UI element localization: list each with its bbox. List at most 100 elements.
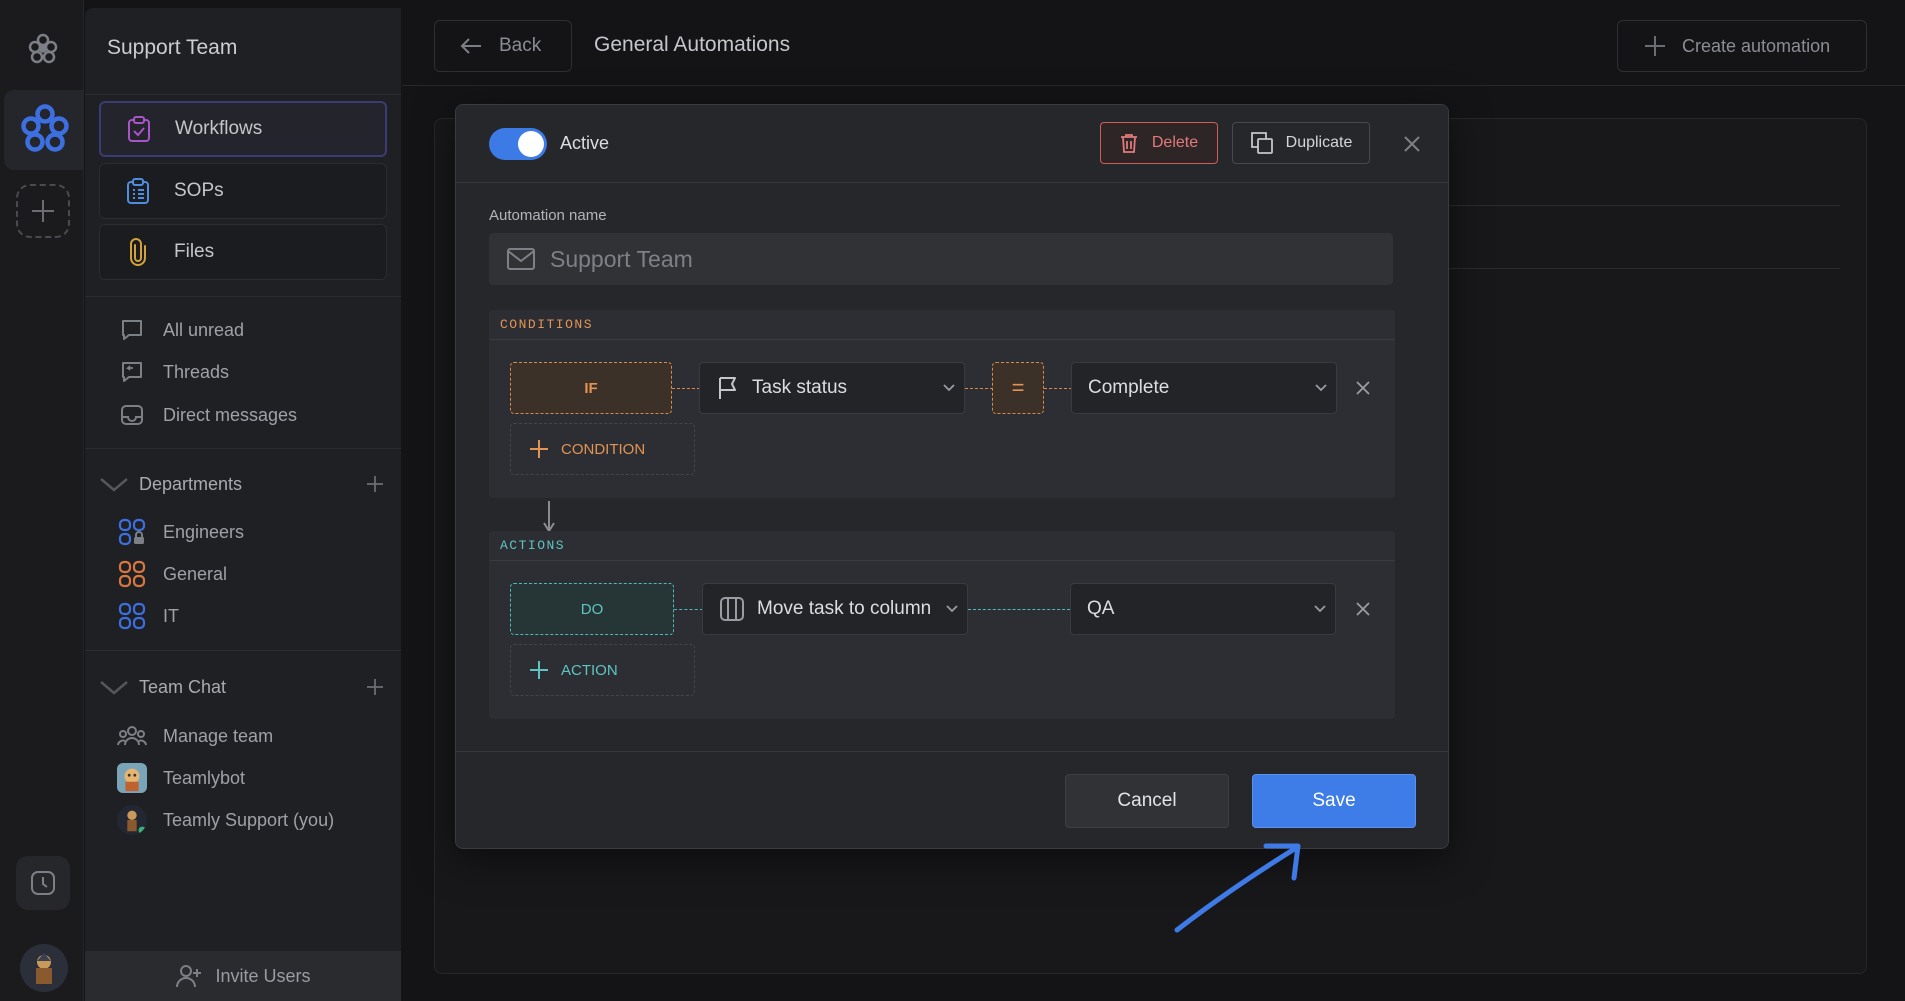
plus-icon xyxy=(1645,36,1665,56)
chevron-down-icon xyxy=(934,383,964,393)
duplicate-button[interactable]: Duplicate xyxy=(1232,122,1370,164)
condition-field-select[interactable]: Task status xyxy=(699,362,965,414)
divider xyxy=(85,296,401,297)
modal-footer-divider xyxy=(456,751,1448,752)
action-value-select[interactable]: QA xyxy=(1070,583,1336,635)
add-action-button[interactable]: ACTION xyxy=(510,644,695,696)
divider xyxy=(1440,268,1840,269)
sidebar-item-sops[interactable]: SOPs xyxy=(99,163,387,219)
connector xyxy=(672,388,700,389)
team-chat-item[interactable]: Manage team xyxy=(117,720,273,752)
automation-modal: Active Delete Duplicate Automation name … xyxy=(455,104,1449,849)
sidebar-item-label: Threads xyxy=(163,361,230,382)
clock-icon xyxy=(31,871,55,895)
if-block[interactable]: IF xyxy=(510,362,672,414)
connector xyxy=(674,609,703,610)
add-workspace-button[interactable] xyxy=(16,184,70,238)
chevron-down-icon xyxy=(937,604,967,614)
cancel-button[interactable]: Cancel xyxy=(1065,774,1229,828)
active-toggle[interactable] xyxy=(489,128,547,160)
clock-button[interactable] xyxy=(16,856,70,910)
delete-label: Delete xyxy=(1151,134,1199,151)
close-icon[interactable] xyxy=(1399,131,1425,157)
section-team-chat[interactable]: Team Chat xyxy=(99,671,389,703)
section-departments[interactable]: Departments xyxy=(99,468,389,500)
sidebar: Support Team Workflows SOPs Files All un… xyxy=(85,8,401,1001)
team-chat-label: Teamlybot xyxy=(163,767,246,788)
department-icon xyxy=(117,559,147,589)
divider xyxy=(85,94,401,95)
workspace-icon[interactable] xyxy=(4,90,84,170)
sidebar-item-workflows[interactable]: Workflows xyxy=(99,101,387,157)
back-button[interactable]: Back xyxy=(434,20,572,72)
chevron-down-icon xyxy=(1305,604,1335,614)
sidebar-item-threads[interactable]: Threads xyxy=(117,356,229,388)
sidebar-item-label: Workflows xyxy=(175,118,263,139)
chevron-down-icon xyxy=(1306,383,1336,393)
add-department-icon[interactable] xyxy=(365,474,389,494)
conditions-header: CONDITIONS xyxy=(489,310,1395,340)
connector xyxy=(1044,388,1072,389)
team-chat-item[interactable]: Teamly Support (you) xyxy=(117,804,334,836)
automation-name-input[interactable]: Support Team xyxy=(489,233,1393,285)
department-label: Engineers xyxy=(163,521,245,542)
condition-field-value: Task status xyxy=(752,377,848,398)
conditions-box: CONDITIONS IF Task status = Complete CON… xyxy=(489,310,1395,498)
add-condition-button[interactable]: CONDITION xyxy=(510,423,695,475)
chevron-down-icon xyxy=(99,476,131,492)
annotation-arrow-icon xyxy=(1174,843,1301,933)
department-icon xyxy=(117,601,147,631)
arrow-left-icon xyxy=(460,38,481,54)
department-item[interactable]: General xyxy=(117,558,227,590)
create-automation-button[interactable]: Create automation xyxy=(1617,20,1867,72)
duplicate-icon xyxy=(1250,132,1273,154)
remove-condition-icon[interactable] xyxy=(1351,376,1375,400)
add-user-icon xyxy=(176,965,202,988)
connector xyxy=(965,388,993,389)
page-title: General Automations xyxy=(594,33,791,56)
add-chat-icon[interactable] xyxy=(365,677,389,697)
divider xyxy=(1440,205,1840,206)
modal-header: Active Delete Duplicate xyxy=(456,105,1448,183)
sidebar-item-files[interactable]: Files xyxy=(99,224,387,280)
condition-value-select[interactable]: Complete xyxy=(1071,362,1337,414)
clipboard-check-icon xyxy=(128,116,150,142)
sidebar-item-label: Files xyxy=(174,241,215,262)
remove-action-icon[interactable] xyxy=(1351,597,1375,621)
columns-icon xyxy=(720,597,744,621)
inbox-icon xyxy=(117,400,147,430)
plus-icon xyxy=(530,661,548,679)
divider xyxy=(85,448,401,449)
create-label: Create automation xyxy=(1682,35,1831,56)
delete-button[interactable]: Delete xyxy=(1100,122,1218,164)
automation-name-label: Automation name xyxy=(489,207,607,224)
threads-icon xyxy=(117,357,147,387)
duplicate-label: Duplicate xyxy=(1285,134,1353,151)
action-type-select[interactable]: Move task to column xyxy=(702,583,968,635)
department-lock-icon xyxy=(117,517,147,547)
action-value: QA xyxy=(1087,598,1115,619)
workspace-title: Support Team xyxy=(107,36,238,59)
back-label: Back xyxy=(499,35,542,56)
team-icon xyxy=(117,721,147,751)
department-item[interactable]: Engineers xyxy=(117,516,244,548)
team-chat-item[interactable]: Teamlybot xyxy=(117,762,245,794)
add-condition-label: CONDITION xyxy=(561,440,646,458)
paperclip-icon xyxy=(130,238,146,266)
active-label: Active xyxy=(560,133,610,153)
user-avatar[interactable] xyxy=(20,944,68,992)
logo-icon[interactable] xyxy=(24,30,62,68)
sidebar-item-label: Direct messages xyxy=(163,404,298,425)
list-clipboard-icon xyxy=(127,178,149,204)
sidebar-item-all-unread[interactable]: All unread xyxy=(117,314,244,346)
team-chat-label: Teamly Support (you) xyxy=(163,809,335,830)
department-item[interactable]: IT xyxy=(117,600,179,632)
do-block[interactable]: DO xyxy=(510,583,674,635)
plus-icon xyxy=(32,200,54,222)
teamlybot-avatar xyxy=(117,763,147,793)
department-label: General xyxy=(163,563,228,584)
save-button[interactable]: Save xyxy=(1252,774,1416,828)
sidebar-item-direct-messages[interactable]: Direct messages xyxy=(117,399,297,431)
invite-users-button[interactable]: Invite Users xyxy=(85,951,401,1001)
operator-select[interactable]: = xyxy=(992,362,1044,414)
